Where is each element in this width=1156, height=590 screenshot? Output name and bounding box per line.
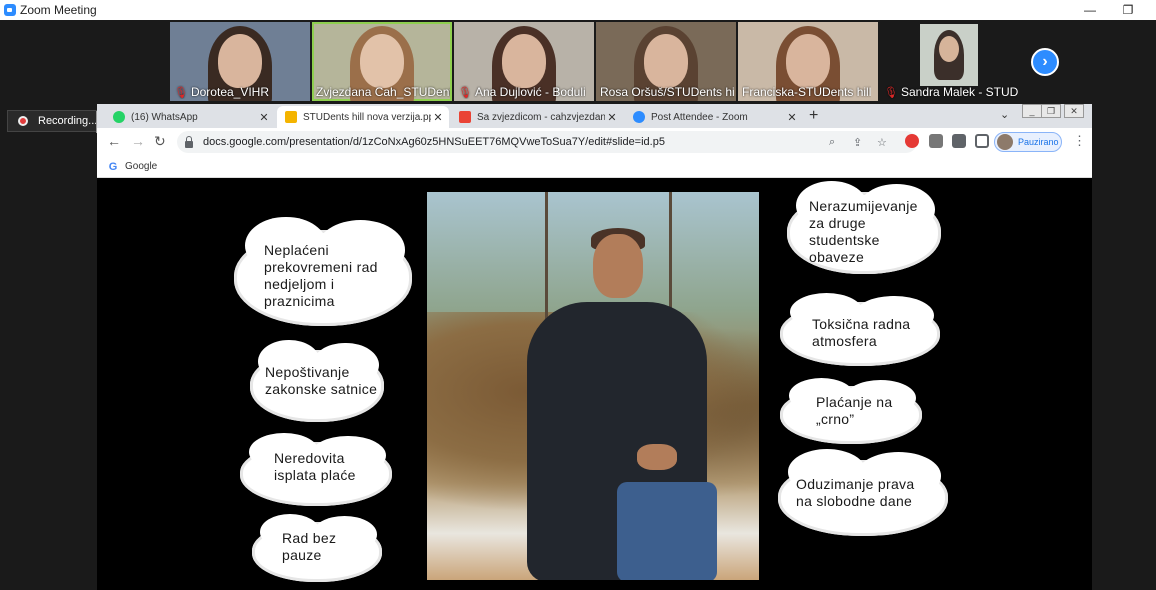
zoom-title-bar: Zoom Meeting — ❐ (0, 0, 1156, 20)
close-tab-icon[interactable]: ✕ (431, 111, 445, 124)
slide-photo (427, 192, 759, 580)
side-panel-icon[interactable] (975, 134, 989, 148)
participant-tile[interactable]: 🎙 Ana Dujlović - Boduli (454, 22, 594, 101)
cloud-callout: Neplaćeni prekovremeni rad nedjeljom i p… (234, 216, 412, 326)
mic-muted-icon: 🎙 (884, 87, 898, 99)
cloud-text: Neredovita isplata plaće (274, 450, 356, 483)
reload-button[interactable]: ↻ (154, 133, 166, 150)
tab-google-slides[interactable]: STUDents hill nova verzija.pptx - Google… (277, 106, 449, 128)
cloud-text: Toksična radna atmosfera (812, 316, 911, 349)
tab-search-button[interactable]: ⌄ (1000, 108, 1009, 121)
browser-window: (16) WhatsApp ✕ STUDents hill nova verzi… (97, 104, 1092, 590)
record-icon (18, 116, 28, 126)
cloud-text: Oduzimanje prava na slobodne dane (796, 476, 915, 509)
zoom-icon (633, 111, 645, 123)
google-icon: G (108, 160, 118, 173)
menu-icon[interactable]: ⋮ (1073, 133, 1086, 149)
forward-button[interactable]: → (131, 133, 145, 149)
participant-name: Ana Dujlović - Boduli (474, 85, 586, 99)
browser-toolbar: ← → ↻ docs.google.com/presentation/d/1zC… (97, 128, 1092, 156)
url-text[interactable]: docs.google.com/presentation/d/1zCoNxAg6… (203, 136, 665, 148)
bookmark-google[interactable]: Google (125, 161, 157, 172)
participant-name: Dorotea_VIHR (190, 85, 270, 99)
zoom-lens-icon[interactable]: ⌕ (829, 136, 835, 149)
cloud-text: Rad bez pauze (282, 530, 337, 563)
slides-icon (285, 111, 297, 123)
mic-muted-icon: 🎙 (458, 87, 472, 99)
avatar (997, 134, 1013, 150)
bookmarks-bar: G Google (97, 156, 1092, 178)
bookmark-star-icon[interactable]: ☆ (877, 136, 887, 149)
participant-tile[interactable]: Franciska-STUDents hill (738, 22, 878, 101)
cloud-text: Plaćanje na „crno” (816, 394, 893, 427)
address-bar[interactable]: docs.google.com/presentation/d/1zCoNxAg6… (177, 131, 917, 153)
next-participants-button[interactable]: › (1031, 48, 1059, 76)
mic-muted-icon: 🎙 (174, 87, 188, 99)
browser-minimize-button[interactable]: _ (1022, 104, 1042, 118)
whatsapp-icon (113, 111, 125, 123)
share-icon[interactable]: ⇪ (853, 136, 862, 149)
cloud-callout: Nepoštivanje zakonske satnice (250, 339, 384, 422)
tab-label: STUDents hill nova verzija.pptx - Google… (303, 111, 431, 123)
browser-restore-button[interactable]: ❐ (1041, 104, 1061, 118)
close-tab-icon[interactable]: ✕ (605, 111, 619, 124)
participant-name: Zvjezdana Cah_STUDents hill (316, 85, 450, 99)
participant-tile-active-speaker[interactable]: Zvjezdana Cah_STUDents hill (312, 22, 452, 101)
browser-close-button[interactable]: ✕ (1064, 104, 1084, 118)
tab-label: Post Attendee - Zoom (651, 111, 748, 123)
cloud-callout: Plaćanje na „crno” (780, 377, 922, 444)
participant-video (920, 24, 978, 86)
participant-strip: 🎙Dorotea_VIHR Zvjezdana Cah_STUDents hil… (0, 20, 1156, 103)
tab-label: (16) WhatsApp (131, 111, 198, 123)
profile-status: Pauzirano (1018, 137, 1059, 147)
adblock-icon[interactable] (905, 134, 919, 148)
cloud-callout: Neredovita isplata plaće (240, 433, 392, 506)
cloud-callout: Nerazumijevanje za druge studentske obav… (787, 180, 941, 274)
participant-tile[interactable]: 🎙 Dorotea_VIHR (170, 22, 310, 101)
tab-gmail[interactable]: Sa zvjezdicom - cahzvjezdana@gmail.com ✕ (451, 106, 623, 128)
cloud-callout: Rad bez pauze (252, 513, 382, 582)
close-tab-icon[interactable]: ✕ (257, 111, 271, 124)
participant-name: Rosa Oršuš/STUDents hill (600, 85, 734, 99)
recording-label: Recording... (38, 115, 98, 127)
participant-tile[interactable]: 🎙Sandra Malek - STUDents hill (880, 22, 1020, 101)
profile-button[interactable]: Pauzirano (994, 132, 1062, 152)
participant-tile[interactable]: Rosa Oršuš/STUDents hill (596, 22, 736, 101)
new-tab-button[interactable]: + (809, 107, 818, 125)
participant-name: Franciska-STUDents hill (742, 85, 872, 99)
minimize-button[interactable]: — (1075, 0, 1105, 20)
back-button[interactable]: ← (107, 133, 121, 149)
tab-zoom[interactable]: Post Attendee - Zoom ✕ (625, 106, 803, 128)
puzzle-icon[interactable] (952, 134, 966, 148)
lock-icon (185, 135, 193, 148)
restore-button[interactable]: ❐ (1113, 0, 1143, 20)
participant-name: Sandra Malek - STUDents hill (900, 85, 1018, 99)
tab-bar: (16) WhatsApp ✕ STUDents hill nova verzi… (97, 104, 1092, 128)
window-title: Zoom Meeting (20, 3, 97, 17)
presentation-slide: Neplaćeni prekovremeni rad nedjeljom i p… (97, 178, 1092, 590)
cloud-text: Nerazumijevanje za druge studentske obav… (809, 198, 918, 265)
cloud-callout: Oduzimanje prava na slobodne dane (778, 449, 948, 536)
cloud-text: Neplaćeni prekovremeni rad nedjeljom i p… (264, 242, 378, 309)
cloud-callout: Toksična radna atmosfera (780, 293, 940, 366)
tab-label: Sa zvjezdicom - cahzvjezdana@gmail.com (477, 111, 605, 123)
zoom-logo-icon (4, 4, 16, 16)
close-tab-icon[interactable]: ✕ (785, 111, 799, 124)
tab-whatsapp[interactable]: (16) WhatsApp ✕ (105, 106, 275, 128)
cloud-text: Nepoštivanje zakonske satnice (265, 364, 378, 397)
gmail-icon (459, 111, 471, 123)
extension-icon[interactable] (929, 134, 943, 148)
